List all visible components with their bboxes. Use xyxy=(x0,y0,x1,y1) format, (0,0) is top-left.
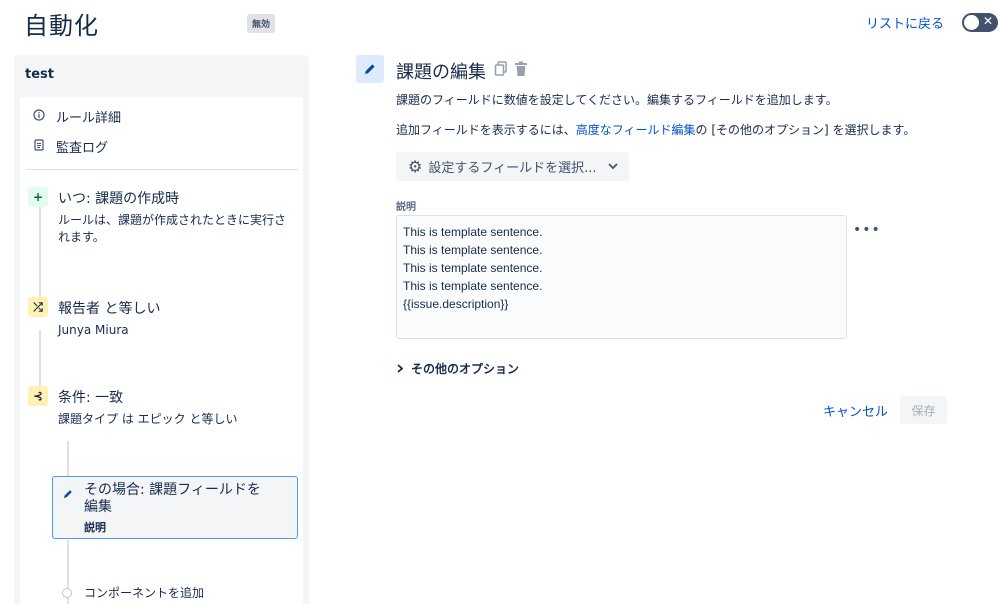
chevron-down-icon xyxy=(608,161,619,172)
action-title: その場合: 課題フィールドを編集 xyxy=(84,482,261,515)
sidebar-item-label: ルール詳細 xyxy=(56,111,122,126)
info-icon xyxy=(32,109,46,124)
pencil-icon xyxy=(60,486,76,502)
trigger-description: ルールは、課題が作成されたときに実行されます。 xyxy=(58,213,287,244)
condition-description: Junya Miura xyxy=(58,323,129,337)
component-title: 課題の編集 xyxy=(396,62,486,83)
document-icon xyxy=(32,139,46,154)
more-options-label: その他のオプション xyxy=(411,362,520,376)
more-icon[interactable]: ••• xyxy=(853,222,881,238)
add-component-button[interactable]: コンポーネントを追加 xyxy=(62,584,204,601)
add-component-label: コンポーネントを追加 xyxy=(84,586,205,600)
gear-icon: ⚙ xyxy=(408,157,423,176)
plus-icon: + xyxy=(28,187,48,207)
sidebar-item-rule-details[interactable]: ルール詳細 xyxy=(32,107,121,126)
divider xyxy=(26,169,298,170)
hint-suffix: の [その他のオプション] を選択します。 xyxy=(695,123,916,137)
toggle-knob xyxy=(964,15,979,30)
pencil-icon xyxy=(356,55,384,83)
flow-connector xyxy=(39,330,41,390)
trigger-title: いつ: 課題の作成時 xyxy=(58,191,180,207)
shuffle-icon: ⤮ xyxy=(28,297,48,317)
close-icon: ✕ xyxy=(982,14,993,28)
field-select-dropdown[interactable]: ⚙ 設定するフィールドを選択... xyxy=(396,152,629,181)
sidebar-item-label: 監査ログ xyxy=(56,141,109,156)
branch-description: 課題タイプ は エピック と等しい xyxy=(58,412,238,426)
action-field: 説明 xyxy=(84,521,106,534)
advanced-field-editing-link[interactable]: 高度なフィールド編集 xyxy=(576,123,696,137)
save-button[interactable]: 保存 xyxy=(900,396,947,424)
sidebar-item-audit-log[interactable]: 監査ログ xyxy=(32,137,108,156)
circle-icon xyxy=(62,587,72,598)
back-to-list-link[interactable]: リストに戻る xyxy=(866,13,944,32)
status-badge: 無効 xyxy=(247,14,276,33)
field-label: 説明 xyxy=(396,202,416,213)
branch-icon: ⊰ xyxy=(28,386,48,406)
description-field[interactable]: This is template sentence. This is templ… xyxy=(396,215,847,339)
trash-icon[interactable] xyxy=(514,61,528,77)
chevron-right-icon xyxy=(397,362,404,376)
field-select-label: 設定するフィールドを選択... xyxy=(428,161,597,176)
advanced-field-hint: 追加フィールドを表示するには、高度なフィールド編集の [その他のオプション] を… xyxy=(396,121,915,138)
action-step-selected[interactable]: その場合: 課題フィールドを編集 説明 xyxy=(52,476,298,539)
hint-prefix: 追加フィールドを表示するには、 xyxy=(396,123,576,137)
component-description: 課題のフィールドに数値を設定してください。編集するフィールドを追加します。 xyxy=(396,93,838,107)
rule-enable-toggle[interactable]: ✕ xyxy=(962,13,998,32)
condition-title: 報告者 と等しい xyxy=(58,301,161,317)
branch-connector xyxy=(67,441,69,476)
cancel-button[interactable]: キャンセル xyxy=(815,396,896,424)
copy-icon[interactable] xyxy=(494,61,508,77)
rule-sidebar: test ルール詳細 監査ログ + いつ: 課題の作成時 ルールは、課題が作成さ… xyxy=(14,55,309,604)
page-title: 自動化 xyxy=(24,12,99,40)
rule-name: test xyxy=(25,67,54,82)
branch-title: 条件: 一致 xyxy=(58,390,124,406)
rule-panel: ルール詳細 監査ログ + いつ: 課題の作成時 ルールは、課題が作成されたときに… xyxy=(20,97,303,604)
more-options-toggle[interactable]: その他のオプション xyxy=(397,360,519,377)
